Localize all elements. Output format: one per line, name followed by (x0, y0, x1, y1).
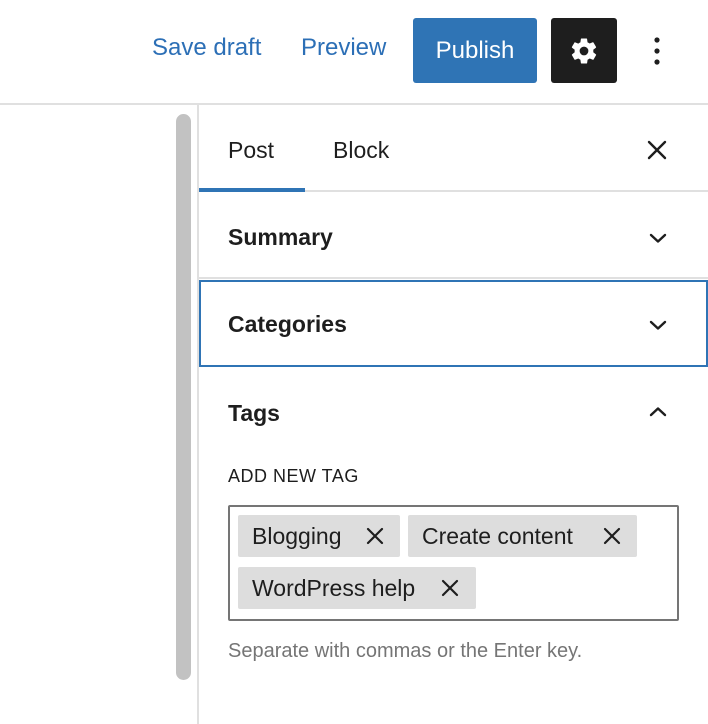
tags-panel-title[interactable]: Tags (228, 400, 280, 427)
tag-chip: Blogging (238, 515, 400, 557)
tags-help-text: Separate with commas or the Enter key. (228, 640, 583, 662)
settings-sidebar: Post Block Summary Categories Tags ADD N… (197, 105, 708, 724)
add-new-tag-label: ADD NEW TAG (228, 466, 359, 486)
tag-input-field[interactable]: Blogging Create content WordPress help (228, 505, 679, 621)
summary-panel-title[interactable]: Summary (228, 224, 333, 251)
publish-button[interactable]: Publish (413, 18, 537, 83)
sidebar-tabs: Post Block (199, 105, 708, 192)
editor-header: Save draft Preview Publish (0, 0, 708, 105)
settings-button[interactable] (551, 18, 617, 83)
save-draft-button[interactable]: Save draft (152, 34, 261, 62)
tag-chip-label: WordPress help (252, 574, 416, 601)
vertical-ellipsis-icon (654, 37, 660, 65)
remove-tag-icon[interactable] (439, 577, 461, 599)
chevron-up-icon[interactable] (646, 400, 670, 424)
categories-panel-title[interactable]: Categories (228, 311, 347, 338)
remove-tag-icon[interactable] (601, 525, 623, 547)
remove-tag-icon[interactable] (364, 525, 386, 547)
close-sidebar-button[interactable] (640, 133, 674, 167)
summary-panel[interactable]: Summary (199, 192, 708, 279)
tag-chip: Create content (408, 515, 637, 557)
gear-icon (571, 38, 597, 64)
close-icon (647, 140, 667, 160)
tag-chip-label: Create content (422, 522, 573, 549)
more-options-button[interactable] (640, 30, 674, 72)
canvas-scrollbar[interactable] (176, 114, 191, 680)
tab-block[interactable]: Block (333, 137, 389, 164)
tag-chip: WordPress help (238, 567, 476, 609)
preview-button[interactable]: Preview (301, 34, 386, 62)
tags-panel: Tags ADD NEW TAG Blogging Create content… (199, 367, 708, 724)
categories-panel[interactable]: Categories (199, 280, 708, 367)
chevron-down-icon[interactable] (646, 226, 670, 250)
tab-post[interactable]: Post (228, 137, 274, 164)
tag-chip-label: Blogging (252, 522, 342, 549)
editor-canvas[interactable] (0, 105, 197, 724)
chevron-down-icon[interactable] (646, 313, 670, 337)
